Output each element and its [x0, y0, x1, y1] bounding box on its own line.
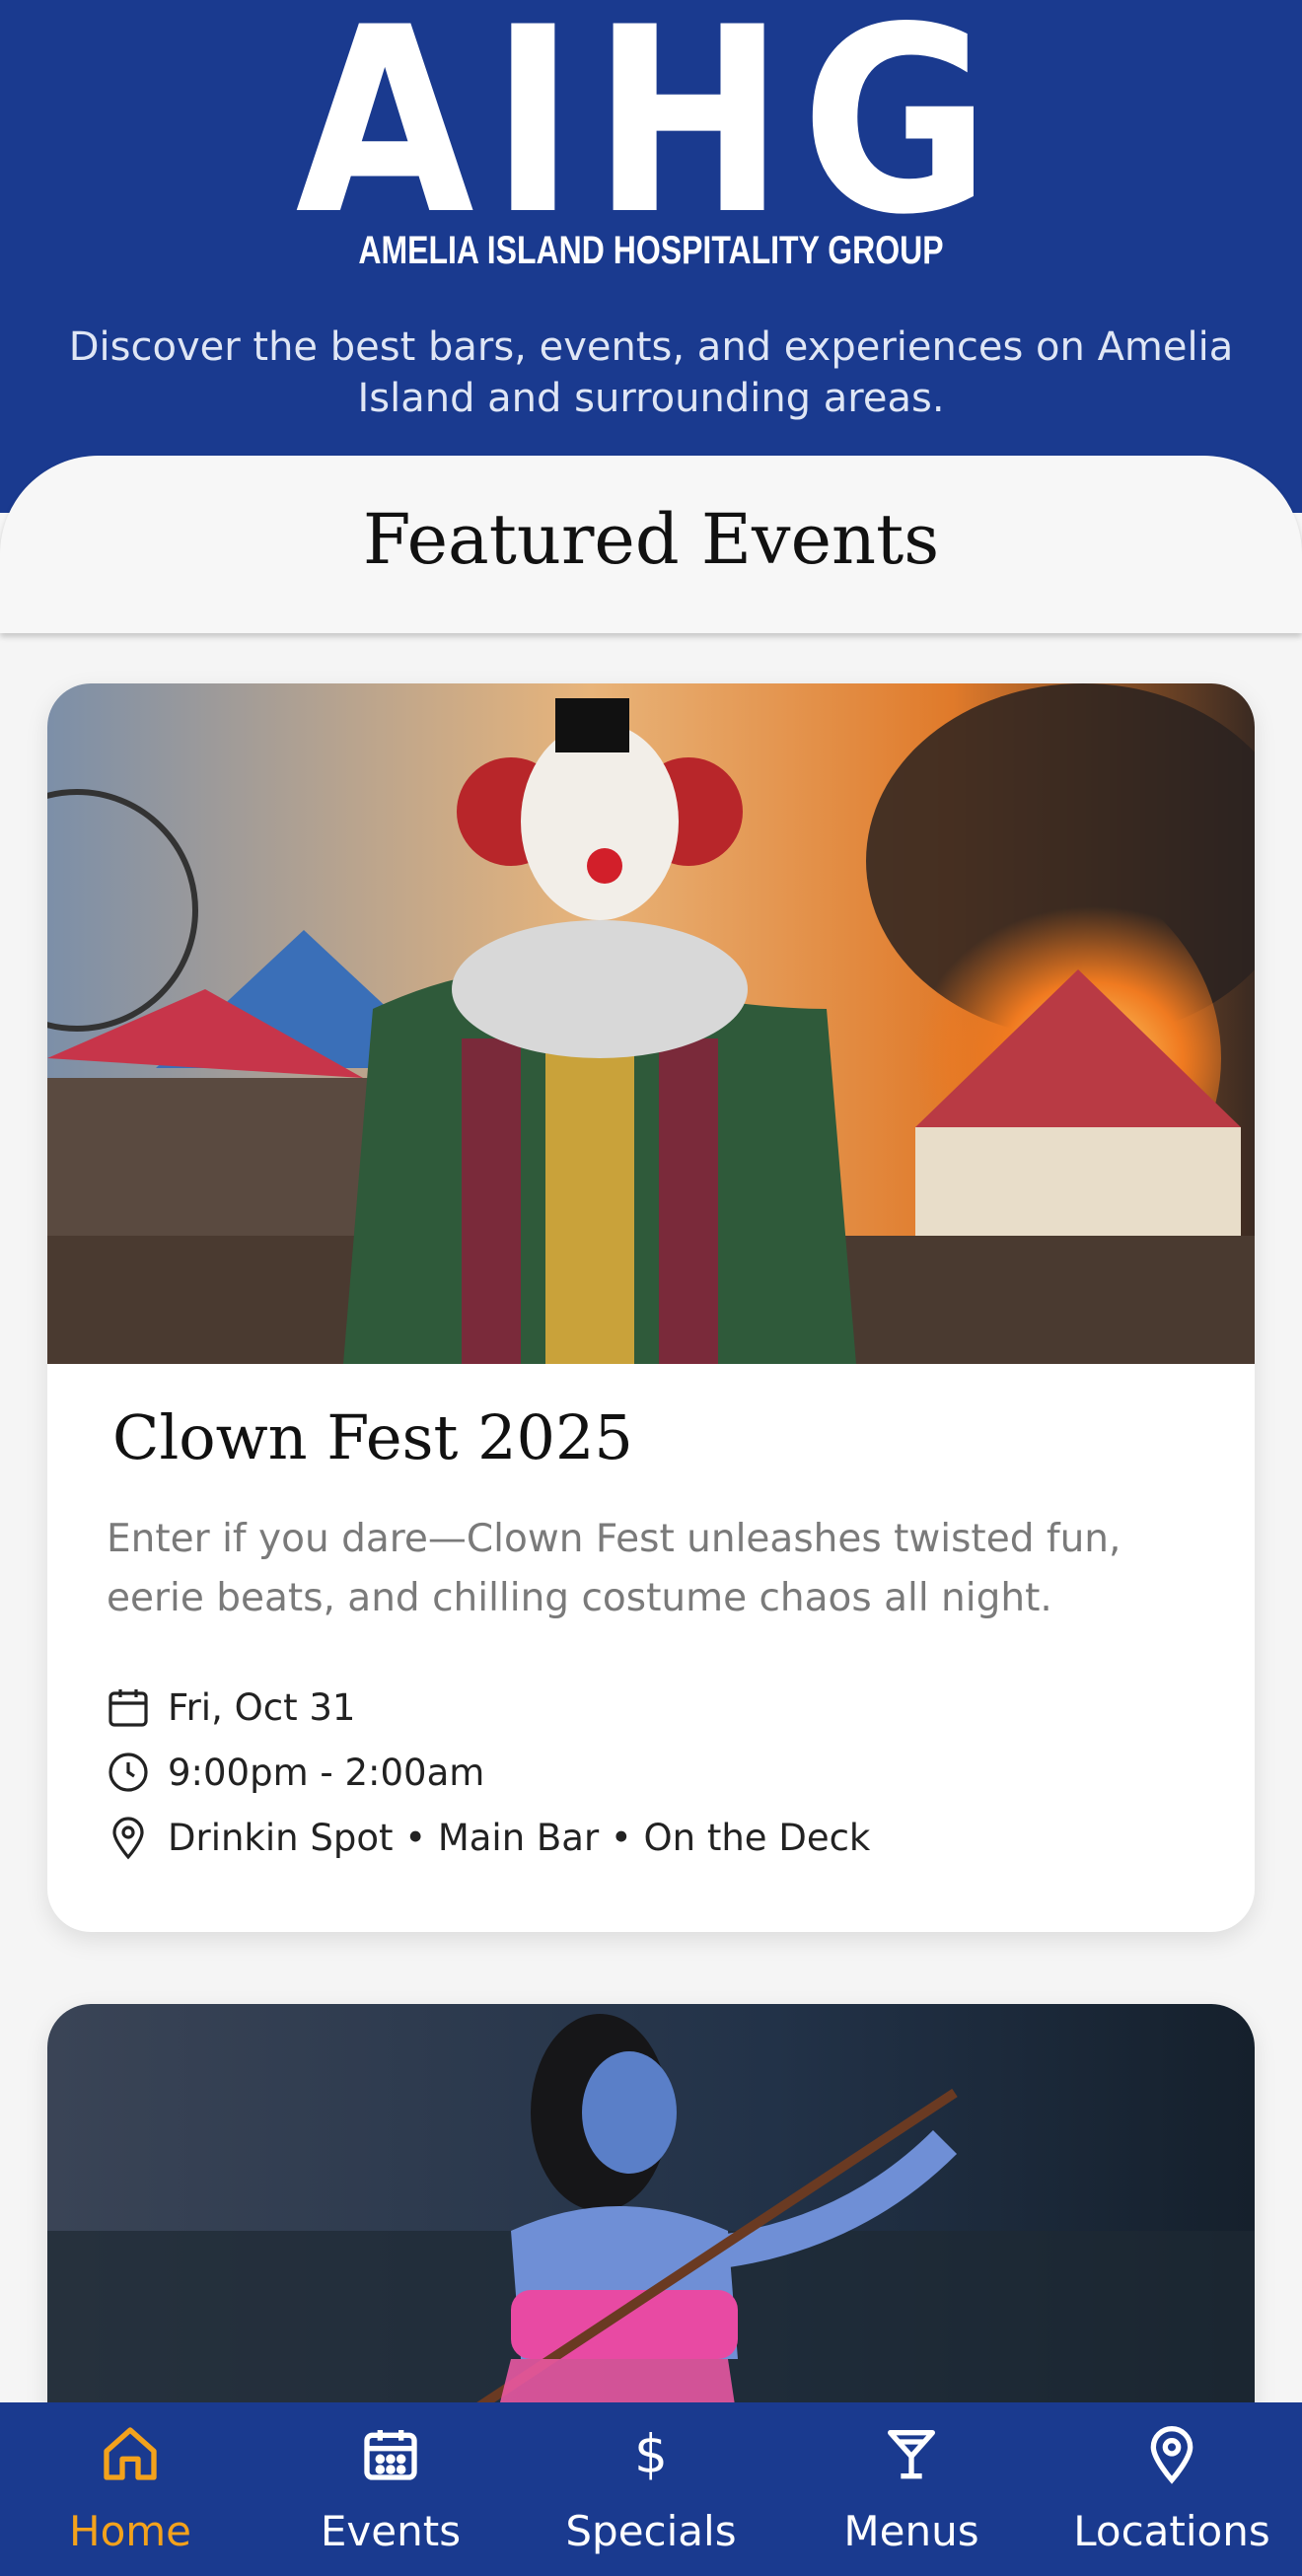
- cocktail-icon: [888, 2430, 935, 2479]
- logo-letters: AIHG: [295, 0, 1007, 271]
- bottom-nav: Home Events $ Specials Menus Locations: [0, 2402, 1302, 2576]
- event-time-row: 9:00pm - 2:00am: [105, 1745, 484, 1800]
- event-title[interactable]: Clown Fest 2025: [112, 1401, 633, 1473]
- event-image: [47, 683, 1255, 1364]
- event-date-row: Fri, Oct 31: [105, 1680, 355, 1735]
- event-card[interactable]: Clown Fest 2025 Enter if you dare—Clown …: [47, 683, 1255, 1932]
- nav-locations[interactable]: Locations: [1042, 2402, 1302, 2576]
- nav-label: Events: [320, 2507, 462, 2555]
- location-pin-icon: [1150, 2426, 1194, 2484]
- section-title: Featured Events: [362, 499, 940, 580]
- clock-icon: [108, 1753, 148, 1792]
- nav-label: Locations: [1073, 2507, 1270, 2555]
- event-location: Drinkin Spot • Main Bar • On the Deck: [168, 1816, 871, 1859]
- location-pin-icon: [112, 1817, 144, 1860]
- event-time: 9:00pm - 2:00am: [168, 1751, 485, 1794]
- logo-subtitle: AMELIA ISLAND HOSPITALITY GROUP: [358, 229, 944, 272]
- nav-events[interactable]: Events: [260, 2402, 521, 2576]
- tagline: Discover the best bars, events, and expe…: [68, 324, 1234, 421]
- home-icon: [104, 2427, 157, 2480]
- nav-home[interactable]: Home: [0, 2402, 260, 2576]
- event-date: Fri, Oct 31: [168, 1685, 356, 1729]
- nav-label: Menus: [843, 2507, 979, 2555]
- event-description: Enter if you dare—Clown Fest unleashes t…: [107, 1517, 1121, 1620]
- featured-header: Featured Events: [0, 456, 1302, 633]
- nav-label: Home: [68, 2507, 192, 2555]
- dollar-icon: $: [634, 2423, 668, 2485]
- event-location-row: Drinkin Spot • Main Bar • On the Deck: [105, 1810, 870, 1865]
- nav-specials[interactable]: $ Specials: [521, 2402, 781, 2576]
- svg-text:$: $: [634, 2423, 668, 2485]
- nav-menus[interactable]: Menus: [781, 2402, 1042, 2576]
- nav-label: Specials: [565, 2507, 737, 2555]
- calendar-icon: [364, 2430, 417, 2480]
- app-header: AIHG AMELIA ISLAND HOSPITALITY GROUP Dis…: [0, 0, 1302, 513]
- calendar-icon: [108, 1689, 148, 1727]
